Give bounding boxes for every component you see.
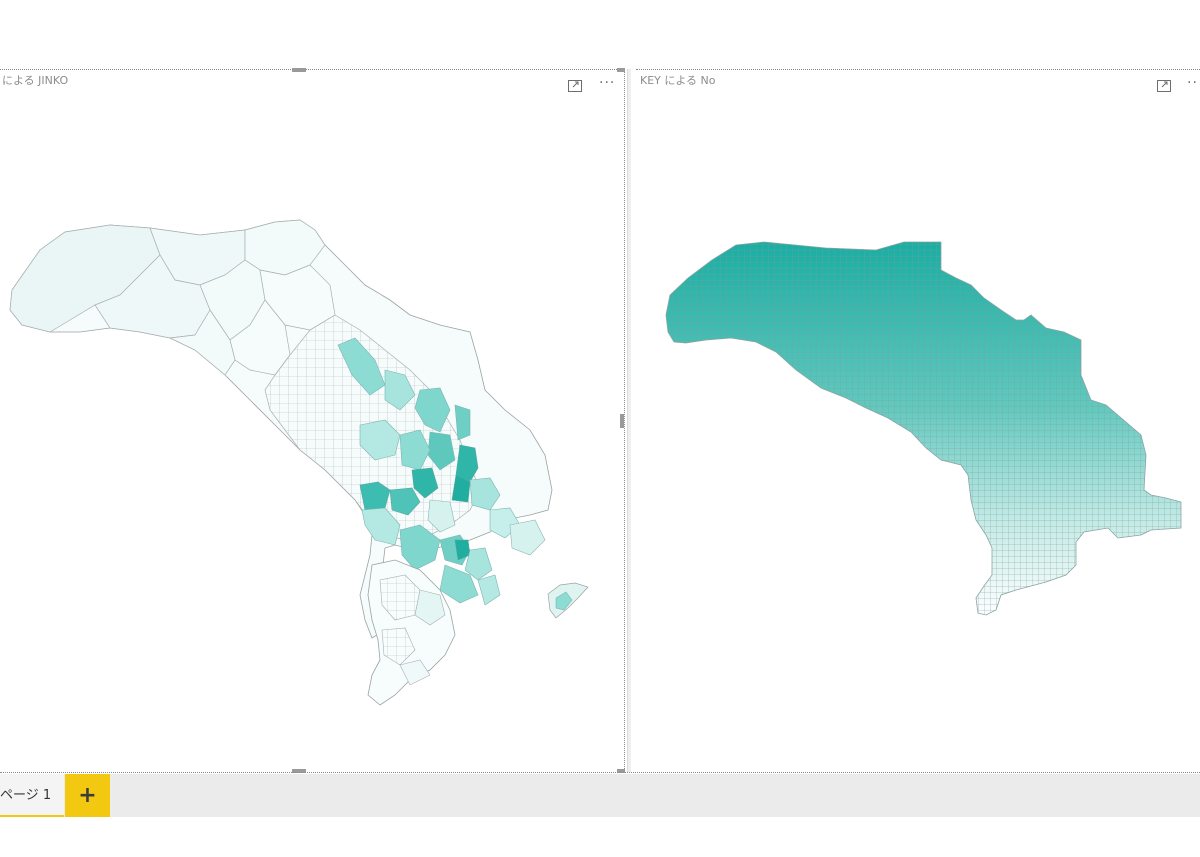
- grid-mesh-map[interactable]: [636, 70, 1200, 773]
- canvas-splitter: [627, 69, 631, 772]
- map-visual-key[interactable]: KEY による No ··: [636, 69, 1200, 773]
- page-tab-bar: ページ 1 +: [0, 774, 1200, 817]
- add-page-button[interactable]: +: [65, 774, 110, 817]
- map-visual-jinko[interactable]: による JINKO ···: [0, 68, 625, 773]
- resize-handle-right[interactable]: [620, 414, 624, 428]
- choropleth-map[interactable]: [0, 70, 624, 773]
- page-tab-1[interactable]: ページ 1: [0, 774, 64, 817]
- resize-handle-top[interactable]: [292, 68, 306, 72]
- resize-handle-corner-top[interactable]: [617, 68, 625, 72]
